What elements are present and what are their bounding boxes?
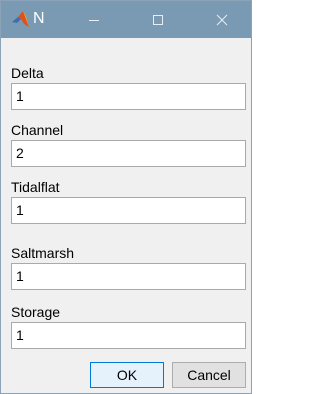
saltmarsh-label: Saltmarsh <box>11 245 75 261</box>
tidalflat-input[interactable]: 1 <box>11 197 246 224</box>
maximize-icon <box>153 14 163 25</box>
tidalflat-label: Tidalflat <box>11 179 60 195</box>
ok-button[interactable]: OK <box>90 362 164 388</box>
window-title: N <box>33 10 45 27</box>
maximize-button[interactable] <box>135 1 181 38</box>
minimize-icon <box>89 19 99 21</box>
saltmarsh-input[interactable]: 1 <box>11 263 246 290</box>
close-icon <box>216 14 228 25</box>
storage-input[interactable]: 1 <box>11 322 246 349</box>
title-bar[interactable]: N <box>1 1 251 38</box>
cancel-button[interactable]: Cancel <box>172 362 246 388</box>
delta-label: Delta <box>11 65 44 81</box>
channel-input[interactable]: 2 <box>11 140 246 167</box>
storage-label: Storage <box>11 304 61 320</box>
matlab-icon <box>12 11 29 27</box>
input-dialog-window: N Delta 1 Channel 2 Tidalflat 1 Saltmars… <box>0 0 252 394</box>
channel-label: Channel <box>11 122 64 138</box>
minimize-button[interactable] <box>71 1 117 38</box>
close-button[interactable] <box>199 1 245 38</box>
delta-input[interactable]: 1 <box>11 83 246 110</box>
